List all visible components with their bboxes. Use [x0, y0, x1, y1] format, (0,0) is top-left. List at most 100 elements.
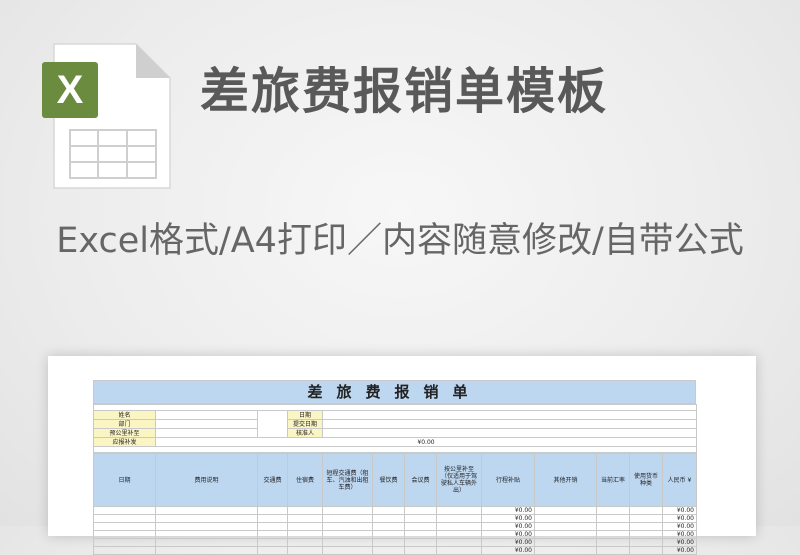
table-row: ¥0.00 ¥0.00: [93, 506, 697, 515]
table-cell[interactable]: [287, 546, 323, 555]
table-cell[interactable]: ¥0.00: [481, 530, 535, 539]
table-cell[interactable]: [322, 538, 373, 547]
info-cell[interactable]: [322, 428, 697, 438]
info-label-department: 部门: [93, 419, 156, 429]
table-cell[interactable]: [596, 538, 630, 547]
table-cell[interactable]: [372, 530, 405, 539]
table-cell[interactable]: [534, 506, 597, 515]
table-cell[interactable]: [93, 506, 156, 515]
table-cell[interactable]: [322, 514, 373, 523]
info-cell[interactable]: [155, 428, 258, 438]
table-cell[interactable]: ¥0.00: [481, 546, 535, 555]
table-cell[interactable]: [372, 506, 405, 515]
excel-file-icon: X: [40, 42, 172, 192]
table-cell[interactable]: [534, 514, 597, 523]
table-cell[interactable]: [257, 514, 288, 523]
table-cell[interactable]: ¥0.00: [662, 546, 697, 555]
table-cell[interactable]: [534, 538, 597, 547]
column-header: 其他开销: [534, 453, 597, 507]
table-cell[interactable]: [629, 538, 663, 547]
table-cell[interactable]: [155, 530, 258, 539]
table-cell[interactable]: [596, 546, 630, 555]
table-cell[interactable]: [534, 530, 597, 539]
spreadsheet-preview-card: 差旅费报销单 姓名 日期 部门 提交日期 预公里补至 核准人 应报补发 ¥0.0…: [48, 356, 756, 555]
info-cell[interactable]: [322, 419, 697, 429]
table-cell[interactable]: [155, 522, 258, 531]
table-cell[interactable]: [93, 514, 156, 523]
table-cell[interactable]: [629, 522, 663, 531]
table-cell[interactable]: [404, 514, 437, 523]
table-cell[interactable]: [155, 514, 258, 523]
table-cell[interactable]: [93, 530, 156, 539]
table-cell[interactable]: [436, 514, 482, 523]
table-cell[interactable]: [372, 538, 405, 547]
table-cell[interactable]: [534, 546, 597, 555]
table-cell[interactable]: [404, 506, 437, 515]
table-cell[interactable]: [629, 530, 663, 539]
info-cell[interactable]: [322, 410, 697, 420]
table-cell[interactable]: [287, 506, 323, 515]
table-cell[interactable]: [372, 522, 405, 531]
table-cell[interactable]: [257, 538, 288, 547]
column-header: 餐饮费: [372, 453, 405, 507]
table-cell[interactable]: [155, 506, 258, 515]
table-cell[interactable]: [404, 522, 437, 531]
table-cell[interactable]: [596, 506, 630, 515]
table-cell[interactable]: [596, 522, 630, 531]
table-cell[interactable]: [404, 530, 437, 539]
table-cell[interactable]: [436, 506, 482, 515]
table-cell[interactable]: ¥0.00: [481, 506, 535, 515]
table-cell[interactable]: [629, 546, 663, 555]
table-cell[interactable]: ¥0.00: [662, 538, 697, 547]
table-cell[interactable]: ¥0.00: [481, 538, 535, 547]
expense-rows: ¥0.00 ¥0.00 ¥0.00 ¥0.00 ¥0.00 ¥0.00 ¥0.00 ¥0.00…: [93, 506, 697, 555]
table-cell[interactable]: [372, 514, 405, 523]
table-cell[interactable]: ¥0.00: [662, 506, 697, 515]
page-title: 差旅费报销单模板: [200, 63, 609, 120]
table-cell[interactable]: [534, 522, 597, 531]
expense-table: 日期 费用说明 交通费 住宿费 短程交通费（租车、汽油和出租车费） 餐饮费 会议…: [93, 453, 697, 555]
table-cell[interactable]: [257, 506, 288, 515]
info-cell[interactable]: [155, 410, 258, 420]
table-cell[interactable]: ¥0.00: [662, 514, 697, 523]
total-amount-cell: ¥0.00: [155, 437, 697, 447]
table-cell[interactable]: [322, 522, 373, 531]
table-cell[interactable]: [93, 522, 156, 531]
table-cell[interactable]: [596, 514, 630, 523]
table-cell[interactable]: [287, 530, 323, 539]
table-cell[interactable]: [436, 546, 482, 555]
table-cell[interactable]: [257, 522, 288, 531]
table-cell[interactable]: ¥0.00: [662, 530, 697, 539]
info-label-date: 日期: [287, 410, 323, 420]
table-cell[interactable]: [436, 530, 482, 539]
table-cell[interactable]: [287, 514, 323, 523]
table-cell[interactable]: [257, 546, 288, 555]
table-row: ¥0.00 ¥0.00: [93, 514, 697, 523]
table-cell[interactable]: [596, 530, 630, 539]
table-cell[interactable]: [629, 514, 663, 523]
table-cell[interactable]: [257, 530, 288, 539]
expense-form-sheet: 差旅费报销单 姓名 日期 部门 提交日期 预公里补至 核准人 应报补发 ¥0.0…: [93, 380, 697, 555]
table-cell[interactable]: ¥0.00: [662, 522, 697, 531]
table-cell[interactable]: [322, 546, 373, 555]
table-cell[interactable]: [629, 506, 663, 515]
form-info-table: 姓名 日期 部门 提交日期 预公里补至 核准人 应报补发 ¥0.00: [93, 404, 697, 453]
table-cell[interactable]: [93, 538, 156, 547]
info-cell[interactable]: [155, 419, 258, 429]
table-cell[interactable]: [404, 538, 437, 547]
table-cell[interactable]: [322, 530, 373, 539]
table-cell[interactable]: [155, 538, 258, 547]
table-cell[interactable]: [155, 546, 258, 555]
table-cell[interactable]: ¥0.00: [481, 522, 535, 531]
table-cell[interactable]: [436, 538, 482, 547]
spacer-row: [93, 446, 697, 453]
table-cell[interactable]: [372, 546, 405, 555]
table-cell[interactable]: [404, 546, 437, 555]
table-cell[interactable]: [322, 506, 373, 515]
table-cell[interactable]: ¥0.00: [481, 514, 535, 523]
table-cell[interactable]: [93, 546, 156, 555]
table-cell[interactable]: [287, 538, 323, 547]
table-cell[interactable]: [436, 522, 482, 531]
table-row: ¥0.00 ¥0.00: [93, 546, 697, 555]
table-cell[interactable]: [287, 522, 323, 531]
